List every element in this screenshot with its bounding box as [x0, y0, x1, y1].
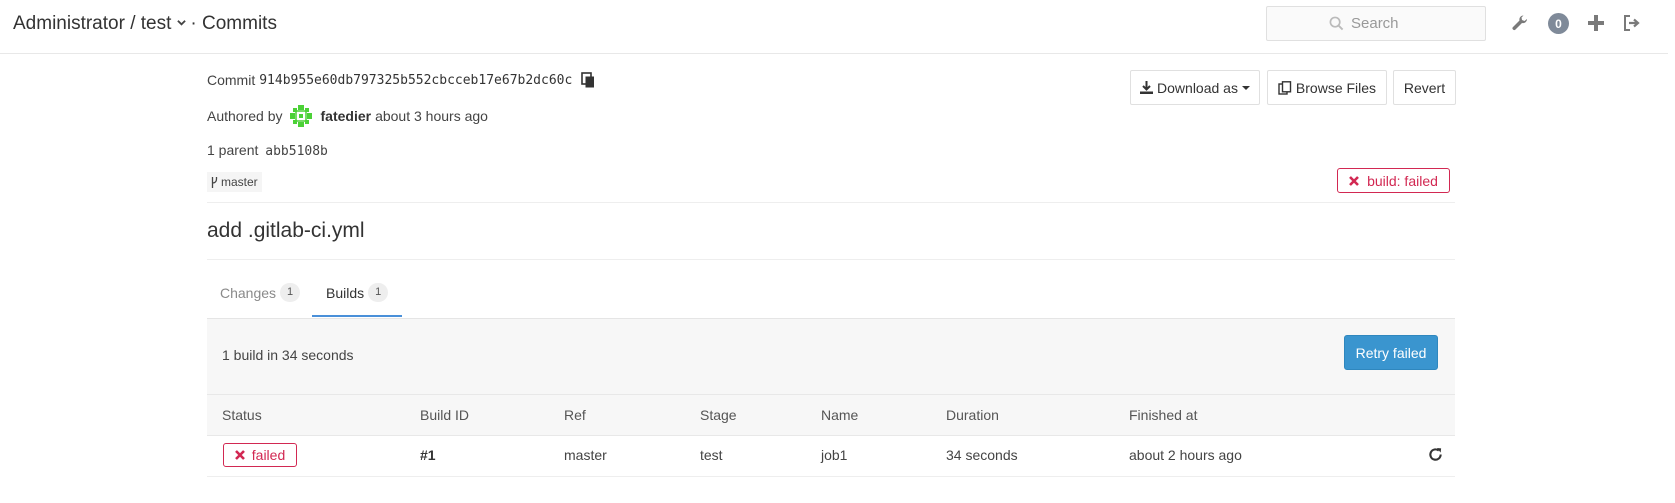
authored-label: Authored by — [207, 108, 283, 124]
search-placeholder: Search — [1351, 15, 1399, 32]
commit-label: Commit — [207, 72, 256, 88]
top-header: Administrator / test · Commits Search 0 — [0, 0, 1668, 54]
build-status-badge[interactable]: build: failed — [1337, 168, 1450, 193]
browse-files-label: Browse Files — [1295, 79, 1377, 96]
column-header: Duration — [946, 407, 999, 423]
chevron-down-icon[interactable] — [177, 18, 187, 27]
author-link[interactable]: fatedier — [321, 108, 372, 124]
active-tab-indicator — [312, 315, 402, 317]
build-id-link[interactable]: #1 — [420, 447, 436, 463]
build-stage: test — [700, 447, 723, 463]
plus-icon[interactable] — [1586, 13, 1606, 33]
retry-build-icon[interactable] — [1428, 447, 1443, 466]
author-line: Authored by fatedier about 3 hours ago — [207, 104, 488, 128]
tab-builds-label: Builds — [326, 284, 365, 301]
commit-sha: 914b955e60db797325b552cbcceb17e67b2dc60c — [259, 72, 573, 88]
revert-label: Revert — [1403, 79, 1446, 96]
build-finished-at: about 2 hours ago — [1129, 447, 1242, 463]
download-as-label: Download as — [1157, 79, 1238, 96]
tab-changes-count: 1 — [280, 283, 301, 302]
branch-label[interactable]: master — [207, 172, 262, 192]
column-header: Status — [222, 407, 262, 423]
copy-files-icon — [1278, 80, 1292, 95]
build-status-label: build: failed — [1367, 172, 1438, 189]
branch-icon — [211, 176, 218, 188]
divider — [207, 202, 1455, 203]
column-header: Finished at — [1129, 407, 1198, 423]
browse-files-button[interactable]: Browse Files — [1267, 70, 1387, 105]
builds-panel: 1 build in 34 seconds Retry failed Statu… — [207, 318, 1455, 477]
caret-down-icon — [1241, 85, 1250, 90]
tab-builds[interactable]: Builds 1 — [326, 283, 389, 302]
column-header: Build ID — [420, 407, 470, 423]
column-header: Name — [821, 407, 859, 423]
clipboard-icon[interactable] — [581, 72, 595, 88]
todos-count-badge[interactable]: 0 — [1548, 13, 1569, 34]
build-status-failed-badge[interactable]: failed — [223, 443, 297, 467]
parent-label: 1 parent — [207, 142, 259, 158]
sign-out-icon[interactable] — [1622, 13, 1642, 33]
download-icon — [1140, 81, 1154, 94]
commit-sha-line: Commit 914b955e60db797325b552cbcceb17e67… — [207, 72, 595, 88]
download-as-button[interactable]: Download as — [1130, 70, 1260, 105]
commit-title: add .gitlab-ci.yml — [207, 219, 365, 242]
table-row: failed #1 master test job1 34 seconds ab… — [207, 436, 1455, 477]
parent-sha-link[interactable]: abb5108b — [265, 144, 328, 159]
parent-line: 1 parent abb5108b — [207, 142, 328, 159]
search-icon — [1329, 16, 1344, 31]
build-duration: 34 seconds — [946, 447, 1018, 463]
search-input[interactable]: Search — [1266, 6, 1486, 41]
revert-button[interactable]: Revert — [1393, 70, 1456, 105]
retry-failed-button[interactable]: Retry failed — [1344, 335, 1438, 370]
commit-time: about 3 hours ago — [375, 108, 488, 124]
breadcrumb-page: Commits — [202, 13, 277, 34]
divider — [207, 259, 1455, 260]
builds-summary-bar: 1 build in 34 seconds Retry failed — [207, 319, 1455, 394]
branch-name: master — [221, 175, 258, 189]
close-icon — [234, 450, 245, 460]
breadcrumb: Administrator / test · Commits — [13, 13, 277, 35]
builds-summary: 1 build in 34 seconds — [222, 347, 354, 363]
breadcrumb-project-link[interactable]: Administrator / test — [13, 13, 171, 35]
column-header: Ref — [564, 407, 586, 423]
tab-changes-label: Changes — [220, 284, 277, 301]
wrench-icon[interactable] — [1510, 13, 1530, 33]
avatar[interactable] — [289, 104, 313, 128]
tab-changes[interactable]: Changes 1 — [220, 283, 301, 302]
tab-builds-count: 1 — [368, 283, 389, 302]
column-header: Stage — [700, 407, 737, 423]
build-name: job1 — [821, 447, 848, 463]
table-header: Status Build ID Ref Stage Name Duration … — [207, 394, 1455, 436]
close-icon — [1349, 175, 1359, 186]
build-status-text: failed — [251, 447, 286, 463]
build-ref-link[interactable]: master — [564, 447, 607, 463]
